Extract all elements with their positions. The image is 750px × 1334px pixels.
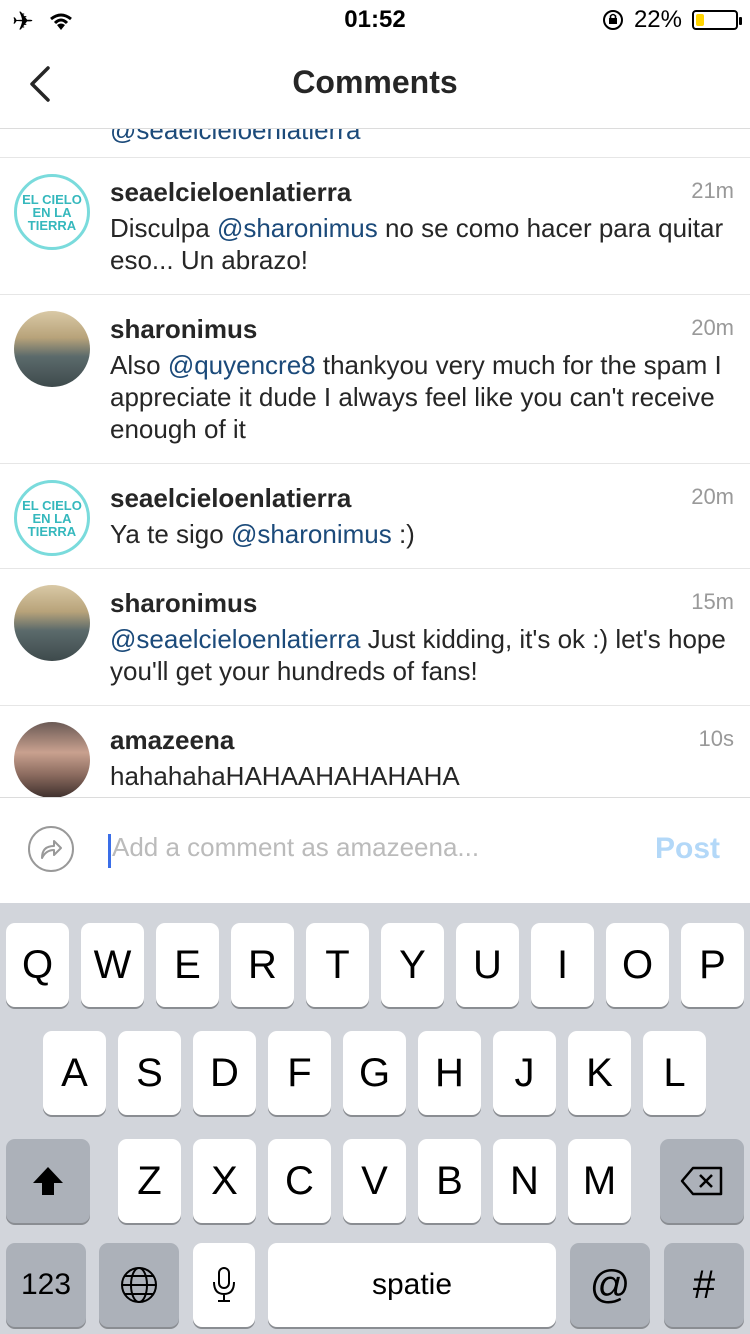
comment-item[interactable]: EL CIELO EN LA TIERRA seaelcieloenlatier… — [0, 464, 750, 569]
truncated-mention[interactable]: @seaelcieloenlatierra — [110, 129, 360, 146]
mention-link[interactable]: @quyencre8 — [168, 350, 316, 380]
key-d[interactable]: D — [193, 1031, 256, 1115]
microphone-icon — [213, 1267, 235, 1302]
keyboard: QWERTYUIOP ASDFGHJKL ZXCVBNM 123 spatie … — [0, 903, 750, 1334]
at-key[interactable]: @ — [570, 1243, 650, 1327]
comment-time: 10s — [698, 726, 734, 751]
avatar[interactable] — [14, 722, 90, 797]
key-v[interactable]: V — [343, 1139, 406, 1223]
comment-text-before: Also — [110, 350, 168, 380]
comment-list[interactable]: @seaelcieloenlatierra EL CIELO EN LA TIE… — [0, 129, 750, 797]
key-s[interactable]: S — [118, 1031, 181, 1115]
key-u[interactable]: U — [456, 923, 519, 1007]
key-m[interactable]: M — [568, 1139, 631, 1223]
key-q[interactable]: Q — [6, 923, 69, 1007]
shift-icon — [33, 1167, 63, 1195]
dictation-key[interactable] — [193, 1243, 255, 1327]
comment-item[interactable]: EL CIELO EN LA TIERRA seaelcieloenlatier… — [0, 158, 750, 295]
truncated-comment: @seaelcieloenlatierra — [0, 129, 750, 158]
key-w[interactable]: W — [81, 923, 144, 1007]
comment-text: Disculpa @sharonimus no se como hacer pa… — [110, 212, 730, 276]
comment-text-after: hahahahaHAHAAHAHAHAHA — [110, 761, 460, 791]
avatar[interactable] — [14, 585, 90, 661]
page-title: Comments — [292, 64, 458, 100]
comment-item[interactable]: sharonimus 20m Also @quyencre8 thankyou … — [0, 295, 750, 464]
key-f[interactable]: F — [268, 1031, 331, 1115]
nav-bar: Comments — [0, 40, 750, 129]
battery-fill — [696, 14, 705, 26]
avatar[interactable]: EL CIELO EN LA TIERRA — [14, 174, 90, 250]
key-e[interactable]: E — [156, 923, 219, 1007]
key-i[interactable]: I — [531, 923, 594, 1007]
avatar[interactable] — [14, 311, 90, 387]
comment-time: 20m — [691, 484, 734, 509]
comment-item[interactable]: amazeena 10s hahahahaHAHAAHAHAHAHA — [0, 706, 750, 797]
backspace-key[interactable] — [660, 1139, 744, 1223]
key-j[interactable]: J — [493, 1031, 556, 1115]
key-h[interactable]: H — [418, 1031, 481, 1115]
key-g[interactable]: G — [343, 1031, 406, 1115]
mention-link[interactable]: @sharonimus — [217, 213, 378, 243]
key-a[interactable]: A — [43, 1031, 106, 1115]
hash-key[interactable]: # — [664, 1243, 744, 1327]
comment-text: Also @quyencre8 thankyou very much for t… — [110, 349, 730, 445]
mention-link[interactable]: @sharonimus — [231, 519, 392, 549]
space-key[interactable]: spatie — [268, 1243, 556, 1327]
comment-username[interactable]: amazeena — [110, 724, 730, 756]
status-right: 22% — [602, 6, 742, 34]
globe-icon — [121, 1267, 157, 1303]
comment-text: Ya te sigo @sharonimus :) — [110, 518, 730, 550]
comment-composer: Post — [0, 797, 750, 904]
comment-username[interactable]: sharonimus — [110, 313, 730, 345]
shift-key[interactable] — [6, 1139, 90, 1223]
comment-text: @seaelcieloenlatierra Just kidding, it's… — [110, 623, 730, 687]
comment-time: 15m — [691, 589, 734, 614]
text-cursor — [108, 834, 111, 868]
comment-item[interactable]: sharonimus 15m @seaelcieloenlatierra Jus… — [0, 569, 750, 706]
comment-text-after: :) — [391, 519, 415, 549]
share-arrow-glyph — [41, 840, 62, 859]
orientation-lock-icon — [602, 10, 623, 30]
key-c[interactable]: C — [268, 1139, 331, 1223]
comment-text: hahahahaHAHAAHAHAHAHA — [110, 760, 730, 792]
key-x[interactable]: X — [193, 1139, 256, 1223]
key-r[interactable]: R — [231, 923, 294, 1007]
comment-username[interactable]: seaelcieloenlatierra — [110, 482, 730, 514]
battery-percent: 22% — [633, 6, 682, 33]
comment-username[interactable]: seaelcieloenlatierra — [110, 176, 730, 208]
battery-icon — [692, 10, 742, 30]
share-arrow-icon[interactable] — [28, 826, 74, 872]
comment-username[interactable]: sharonimus — [110, 587, 730, 619]
key-b[interactable]: B — [418, 1139, 481, 1223]
comment-text-before: Ya te sigo — [110, 519, 231, 549]
status-bar: ✈ 01:52 22% — [0, 0, 750, 40]
key-n[interactable]: N — [493, 1139, 556, 1223]
comment-input[interactable] — [112, 832, 632, 863]
key-k[interactable]: K — [568, 1031, 631, 1115]
key-l[interactable]: L — [643, 1031, 706, 1115]
key-y[interactable]: Y — [381, 923, 444, 1007]
comment-time: 21m — [691, 178, 734, 203]
backspace-icon — [680, 1166, 723, 1196]
comment-time: 20m — [691, 315, 734, 340]
avatar-logo-text: EL CIELO EN LA TIERRA — [22, 191, 82, 233]
globe-key[interactable] — [99, 1243, 179, 1327]
numbers-key[interactable]: 123 — [6, 1243, 86, 1327]
comment-text-before: Disculpa — [110, 213, 217, 243]
key-z[interactable]: Z — [118, 1139, 181, 1223]
avatar[interactable]: EL CIELO EN LA TIERRA — [14, 480, 90, 556]
key-t[interactable]: T — [306, 923, 369, 1007]
key-p[interactable]: P — [681, 923, 744, 1007]
mention-link[interactable]: @seaelcieloenlatierra — [110, 624, 360, 654]
avatar-logo-text: EL CIELO EN LA TIERRA — [22, 497, 82, 539]
key-o[interactable]: O — [606, 923, 669, 1007]
post-button[interactable]: Post — [655, 832, 720, 866]
